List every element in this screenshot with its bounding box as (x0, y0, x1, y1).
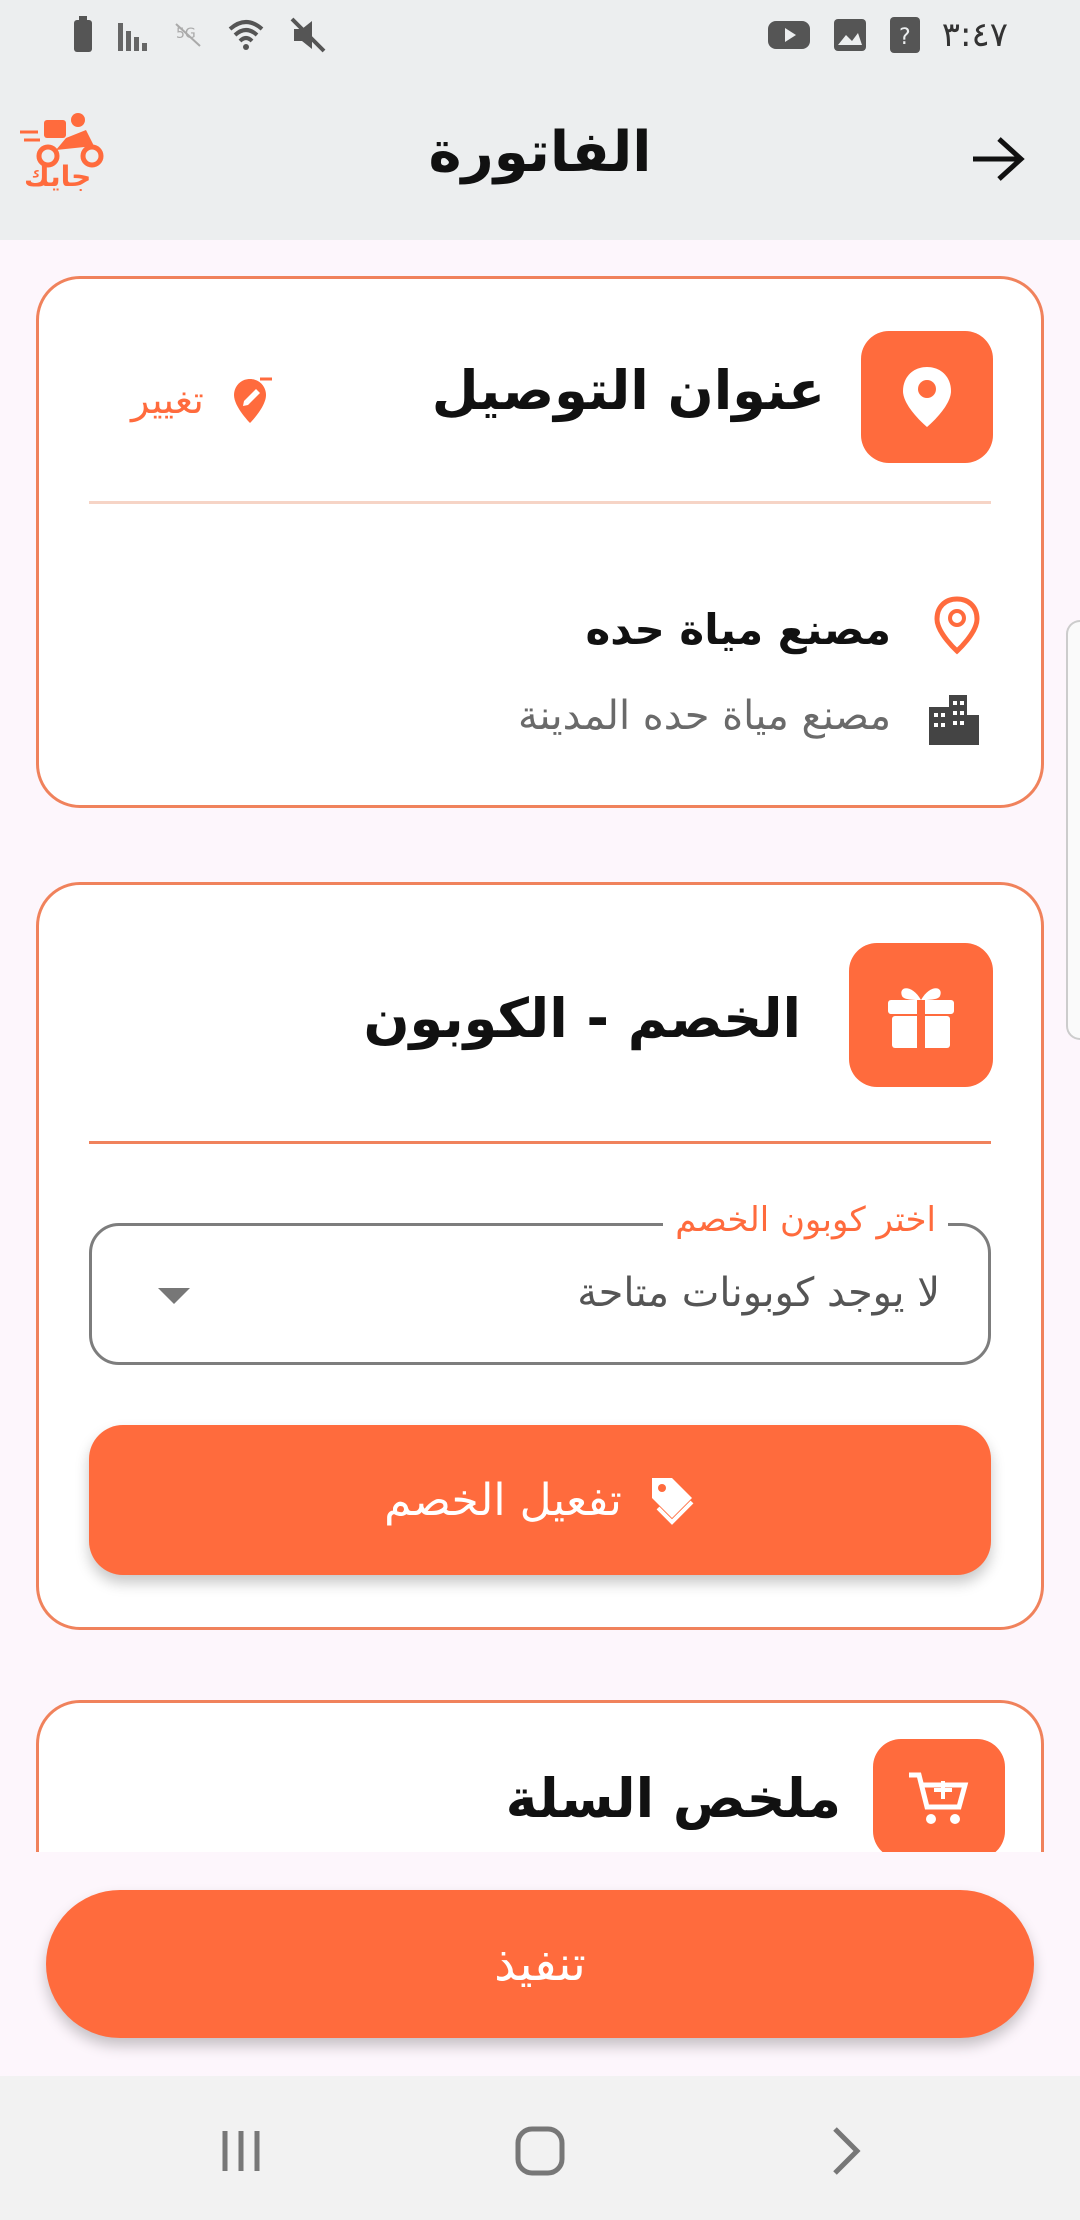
cart-summary-card: ملخص السلة (36, 1700, 1044, 1852)
change-address-button[interactable]: تغيير (131, 375, 274, 425)
scroll-indicator[interactable] (1066, 620, 1080, 1040)
svg-text:?: ? (899, 25, 911, 50)
cart-card-title: ملخص السلة (505, 1767, 841, 1830)
coupon-select-label: اختر كوبون الخصم (663, 1200, 948, 1240)
coupon-select[interactable]: اختر كوبون الخصم لا يوجد كوبونات متاحة (89, 1200, 991, 1365)
coupon-icon-box (849, 943, 993, 1087)
wifi-icon (228, 20, 264, 50)
coupon-select-value: لا يوجد كوبونات متاحة (577, 1270, 940, 1316)
status-left-icons: 5G (72, 15, 328, 55)
address-card-title: عنوان التوصيل (431, 359, 825, 422)
location-pin-icon (903, 367, 951, 427)
activate-discount-label: تفعيل الخصم (384, 1474, 622, 1526)
coupon-card: الخصم - الكوبون اختر كوبون الخصم لا يوجد… (36, 882, 1044, 1630)
address-icon-box (861, 331, 993, 463)
page-title: الفاتورة (428, 120, 652, 185)
home-icon (515, 2126, 565, 2176)
execute-order-button[interactable]: تنفيذ (46, 1890, 1034, 2038)
address-divider (89, 501, 991, 504)
recents-button[interactable] (206, 2116, 276, 2186)
address-city (925, 691, 981, 751)
add-to-cart-icon (909, 1772, 969, 1824)
back-button[interactable] (962, 124, 1032, 194)
no-data-icon: 5G (175, 23, 201, 47)
mute-icon (290, 17, 326, 53)
dropdown-arrow-icon (158, 1288, 190, 1304)
address-pin (933, 595, 981, 659)
location-outline-icon (934, 596, 980, 655)
recents-icon (222, 2131, 260, 2171)
execute-label: تنفيذ (494, 1936, 586, 1992)
coupon-divider (89, 1141, 991, 1144)
coupon-card-title: الخصم - الكوبون (363, 987, 801, 1050)
arrow-right-icon (973, 137, 1025, 181)
unknown-notification-icon: ? (889, 17, 920, 53)
gift-icon (888, 988, 954, 1048)
battery-icon (74, 16, 92, 52)
status-bar: 5G ? ٣:٤٧ (0, 0, 1080, 70)
address-name: مصنع مياة حده (585, 605, 891, 654)
city-buildings-icon (929, 695, 979, 745)
edit-pin-icon (233, 377, 272, 423)
activate-discount-button[interactable]: تفعيل الخصم (89, 1425, 991, 1575)
tag-icon (651, 1478, 694, 1525)
status-time: ٣:٤٧ (941, 15, 1008, 55)
chevron-right-icon (833, 2127, 861, 2175)
delivery-address-card: عنوان التوصيل تغيير مصنع مياة حده مصنع م… (36, 276, 1044, 808)
system-nav-bar (0, 2076, 1080, 2220)
change-label: تغيير (131, 378, 204, 422)
status-right: ? ٣:٤٧ (767, 15, 1008, 55)
app-bar: جايك الفاتورة (0, 70, 1080, 240)
youtube-icon (767, 21, 810, 49)
gallery-icon (833, 19, 866, 51)
content-scroll-area[interactable]: عنوان التوصيل تغيير مصنع مياة حده مصنع م… (0, 240, 1080, 1852)
cart-icon-box (873, 1739, 1005, 1852)
back-nav-button[interactable] (810, 2116, 880, 2186)
address-detail: مصنع مياة حده المدينة (517, 693, 891, 739)
signal-icon (118, 23, 147, 51)
home-button[interactable] (505, 2116, 575, 2186)
